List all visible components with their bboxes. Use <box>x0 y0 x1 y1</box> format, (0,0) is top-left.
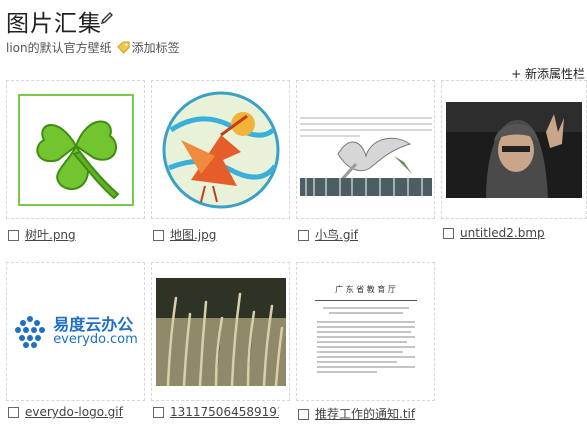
file-name-link[interactable]: untitled2.bmp <box>460 226 545 240</box>
file-item: 推荐工作的通知.tif <box>298 405 436 422</box>
select-checkbox[interactable] <box>298 230 309 241</box>
crane-painting-image <box>162 91 279 208</box>
photo-thumbnail[interactable] <box>442 81 586 218</box>
bird-image <box>299 103 432 196</box>
add-tag-link[interactable]: 添加标签 <box>132 41 180 55</box>
file-item: 地图.jpg <box>153 226 291 243</box>
select-checkbox[interactable] <box>298 409 309 420</box>
image-card[interactable] <box>296 80 435 219</box>
image-card[interactable]: 易度云办公 everydo.com <box>6 262 145 401</box>
file-item: everydo-logo.gif <box>8 405 146 419</box>
grass-thumbnail[interactable] <box>152 263 289 400</box>
file-name-link[interactable]: 131175064589191h <box>170 405 279 419</box>
select-checkbox[interactable] <box>8 230 19 241</box>
dots-logo-icon <box>15 315 46 348</box>
page-title: 图片汇集 <box>6 11 102 37</box>
logo-text-cn: 易度云办公 <box>53 314 134 334</box>
grass-photo-image <box>155 277 286 386</box>
clover-thumbnail[interactable] <box>7 81 144 218</box>
image-card[interactable]: 广 东 省 教 育 厅 <box>296 262 435 401</box>
file-name-link[interactable]: everydo-logo.gif <box>25 405 123 419</box>
file-item: untitled2.bmp <box>443 226 581 240</box>
file-item: 树叶.png <box>8 226 146 243</box>
logo-text-en: everydo.com <box>53 332 138 348</box>
file-name-link[interactable]: 小鸟.gif <box>315 228 358 242</box>
bird-thumbnail[interactable] <box>297 81 434 218</box>
subtitle: lion的默认官方壁纸 添加标签 <box>6 39 180 56</box>
portrait-photo-image <box>446 101 582 198</box>
edit-pencil-icon[interactable] <box>100 11 114 25</box>
document-scan-image: 广 东 省 教 育 厅 <box>306 277 425 386</box>
file-name-link[interactable]: 树叶.png <box>25 228 76 242</box>
file-name-link[interactable]: 地图.jpg <box>170 228 216 242</box>
document-text-lines <box>316 307 415 372</box>
everydo-logo: 易度云办公 everydo.com <box>13 315 138 349</box>
subtitle-text: lion的默认官方壁纸 <box>6 41 112 55</box>
map-thumbnail[interactable] <box>152 81 289 218</box>
select-checkbox[interactable] <box>153 407 164 418</box>
select-checkbox[interactable] <box>443 228 454 239</box>
document-thumbnail[interactable]: 广 东 省 教 育 厅 <box>297 263 434 400</box>
clover-image <box>17 93 134 206</box>
file-item: 131175064589191h <box>153 405 279 419</box>
file-name-link[interactable]: 推荐工作的通知.tif <box>315 407 415 421</box>
document-heading: 广 东 省 教 育 厅 <box>335 284 396 294</box>
tag-icon <box>116 41 130 54</box>
select-checkbox[interactable] <box>153 230 164 241</box>
image-card[interactable] <box>151 262 290 401</box>
image-card[interactable] <box>6 80 145 219</box>
image-card[interactable] <box>151 80 290 219</box>
select-checkbox[interactable] <box>8 407 19 418</box>
image-card[interactable] <box>441 80 587 219</box>
file-item: 小鸟.gif <box>298 226 436 243</box>
logo-thumbnail[interactable]: 易度云办公 everydo.com <box>7 263 144 400</box>
